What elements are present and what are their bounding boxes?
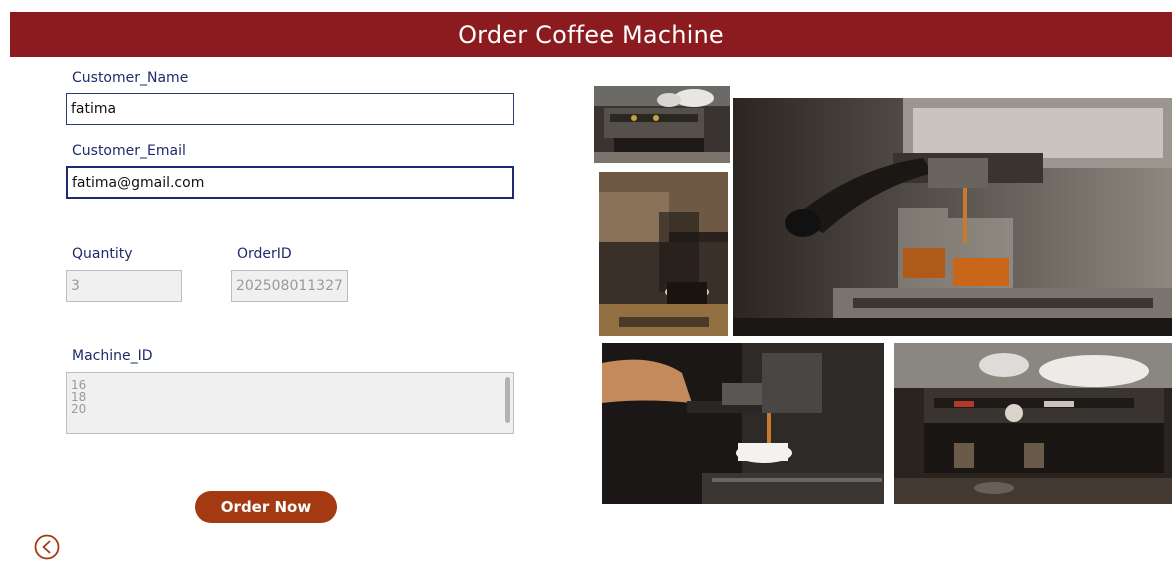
order-id-input[interactable]: 202508011327 <box>231 270 348 302</box>
coffee-machine-photo-3 <box>733 98 1172 336</box>
page-header: Order Coffee Machine <box>10 12 1172 57</box>
order-now-button[interactable]: Order Now <box>195 491 337 523</box>
order-id-label: OrderID <box>237 246 292 262</box>
machine-id-listbox[interactable]: 16 18 20 <box>66 372 514 434</box>
customer-email-value: fatima@gmail.com <box>72 174 205 191</box>
machine-id-option[interactable]: 20 <box>67 403 513 415</box>
quantity-input[interactable]: 3 <box>66 270 182 302</box>
coffee-machine-photo-5 <box>894 343 1172 504</box>
page-title: Order Coffee Machine <box>458 20 724 49</box>
machine-id-option[interactable]: 18 <box>67 391 513 403</box>
order-id-value: 202508011327 <box>236 278 343 294</box>
back-button[interactable] <box>34 534 60 560</box>
machine-id-label: Machine_ID <box>72 348 153 364</box>
quantity-value: 3 <box>71 278 80 294</box>
chevron-left-circle-icon <box>34 534 60 560</box>
coffee-machine-photo-1 <box>594 86 730 163</box>
customer-name-input[interactable]: fatima <box>66 93 514 125</box>
machine-id-scrollbar[interactable] <box>505 377 510 423</box>
customer-name-value: fatima <box>71 101 117 117</box>
coffee-machine-photo-4 <box>602 343 884 504</box>
machine-id-option[interactable]: 16 <box>67 379 513 391</box>
customer-email-input[interactable]: fatima@gmail.com <box>66 166 514 199</box>
coffee-machine-photo-2 <box>599 172 728 336</box>
quantity-label: Quantity <box>72 246 133 262</box>
customer-name-label: Customer_Name <box>72 70 189 86</box>
app-screen: Order Coffee Machine Customer_Name fatim… <box>0 0 1172 563</box>
customer-email-label: Customer_Email <box>72 143 186 159</box>
